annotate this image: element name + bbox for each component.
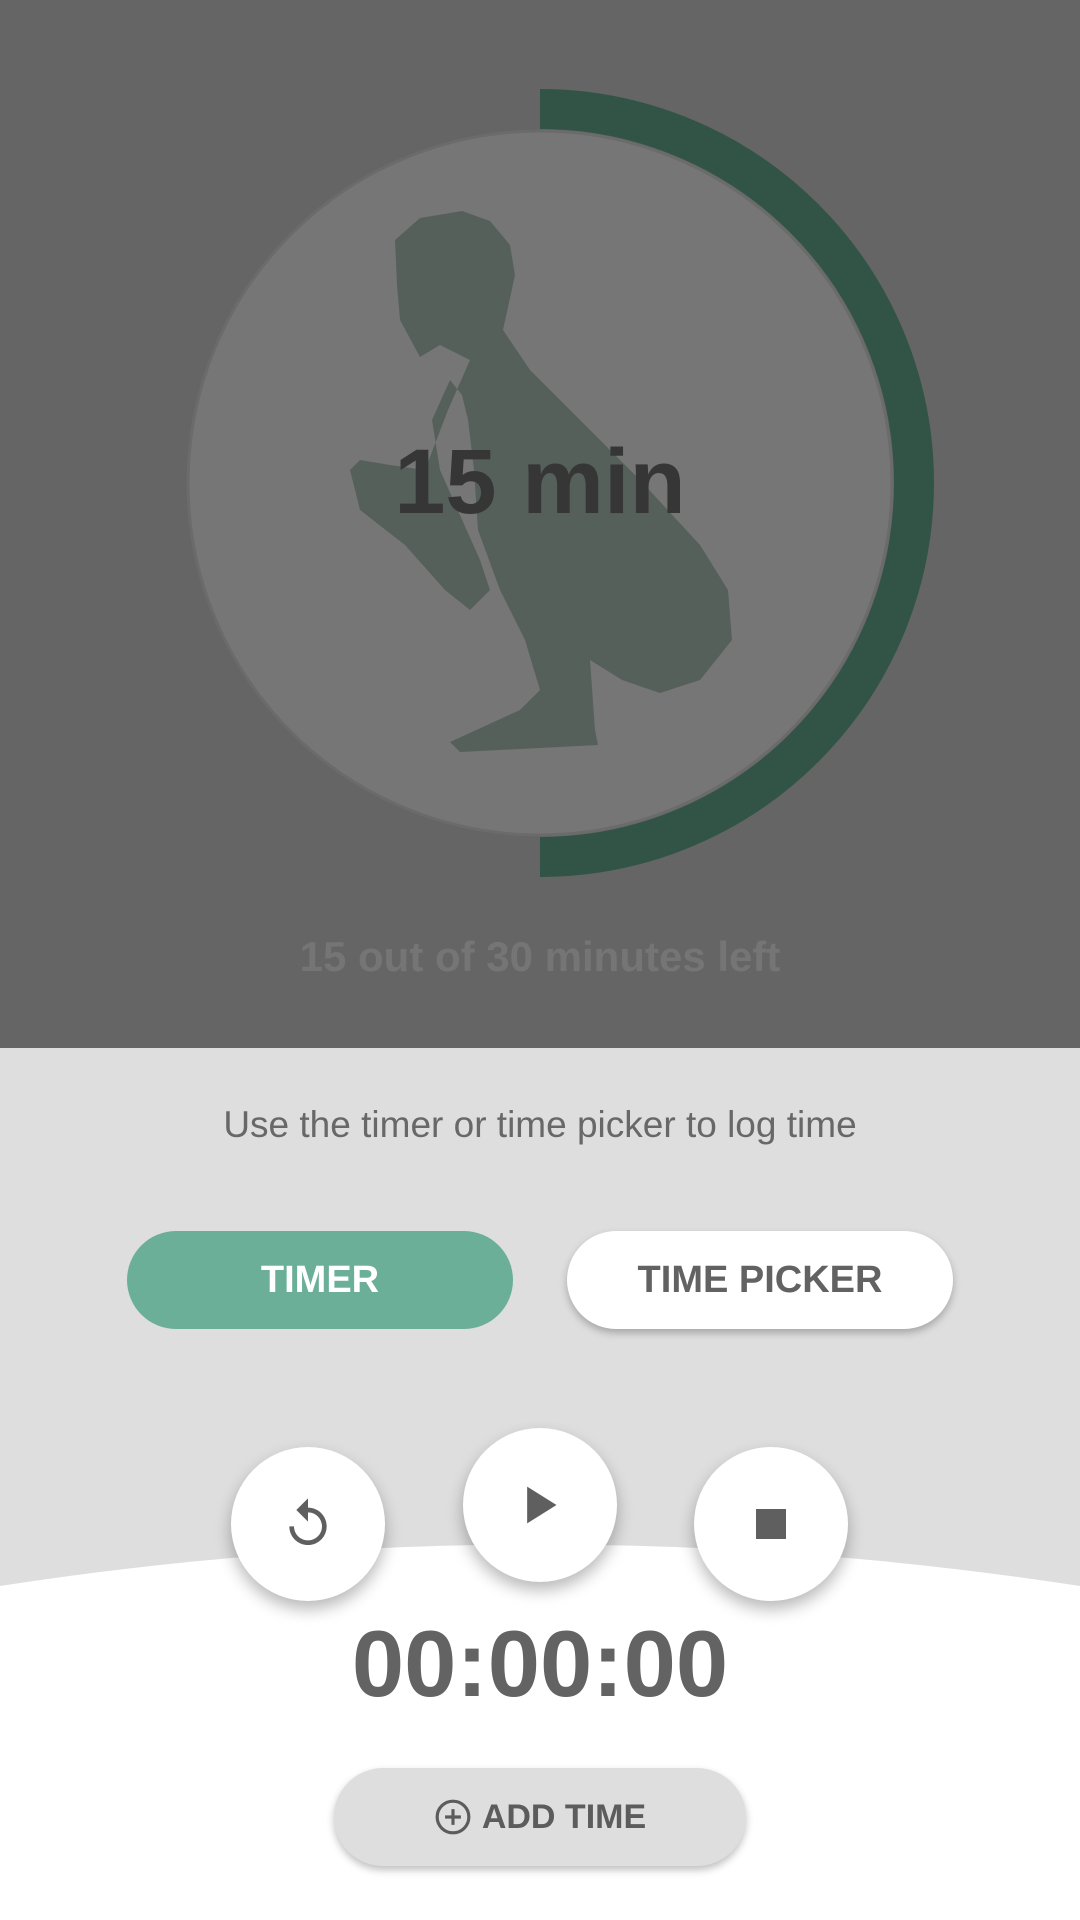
instruction-text: Use the timer or time picker to log time bbox=[223, 1104, 857, 1145]
stop-button[interactable] bbox=[694, 1447, 848, 1601]
timer-clock: 00:00:00 bbox=[351, 1611, 729, 1716]
add-time-button[interactable]: ADD TIME bbox=[334, 1768, 746, 1866]
goal-progress-panel: 15 min 15 out of 30 minutes left bbox=[0, 0, 1080, 1048]
add-time-label: ADD TIME bbox=[481, 1797, 647, 1836]
time-logging-panel: Use the timer or time picker to log time… bbox=[0, 1048, 1080, 1920]
add-circle-icon bbox=[434, 1798, 472, 1836]
reset-button[interactable] bbox=[231, 1447, 385, 1601]
remaining-time-label: 15 out of 30 minutes left bbox=[299, 933, 781, 980]
reset-icon bbox=[289, 1498, 327, 1545]
play-icon bbox=[527, 1486, 557, 1524]
tab-time-picker[interactable]: TIME PICKER bbox=[567, 1231, 953, 1329]
goal-minutes-label: 15 min bbox=[394, 431, 686, 533]
stop-icon bbox=[756, 1509, 786, 1539]
play-button[interactable] bbox=[463, 1428, 617, 1582]
tab-timer[interactable]: TIMER bbox=[127, 1231, 513, 1329]
